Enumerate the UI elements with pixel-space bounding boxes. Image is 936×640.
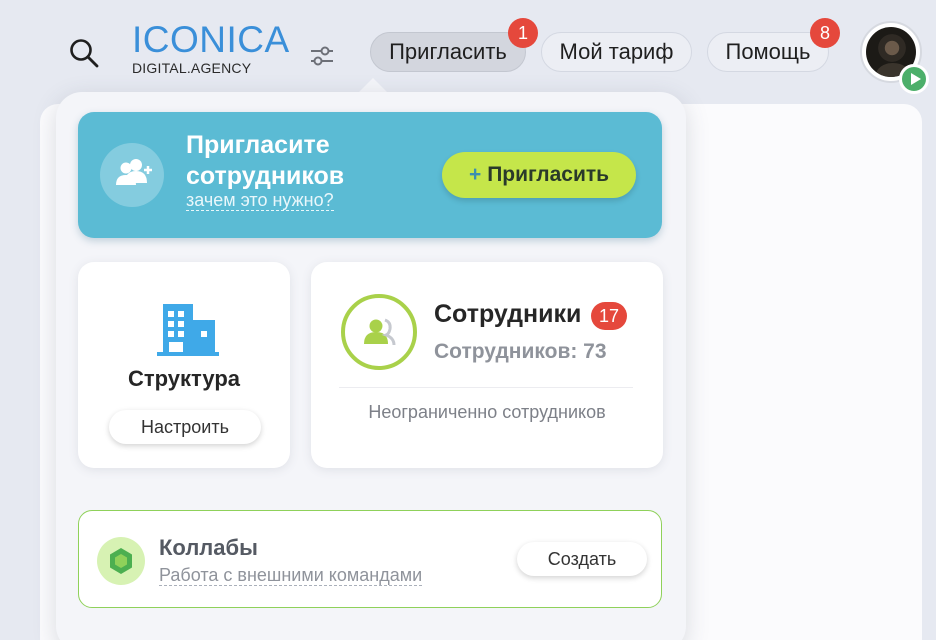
help-badge: 8 bbox=[810, 18, 840, 48]
structure-title: Структура bbox=[128, 366, 240, 391]
invite-button[interactable]: + Пригласить bbox=[442, 152, 636, 198]
nav-my-plan-label: Мой тариф bbox=[559, 39, 674, 64]
play-icon[interactable] bbox=[899, 64, 929, 94]
invite-badge: 1 bbox=[508, 18, 538, 48]
employees-count: Сотрудников: 73 bbox=[434, 340, 607, 363]
collabs-subtitle-link[interactable]: Работа с внешними командами bbox=[159, 565, 423, 586]
nav-help-label: Помощь bbox=[725, 39, 811, 64]
logo-title: ICONICA bbox=[132, 19, 290, 60]
logo[interactable]: ICONICA DIGITAL.AGENCY bbox=[132, 19, 290, 76]
divider bbox=[339, 387, 633, 388]
building-icon bbox=[157, 304, 219, 356]
user-avatar-wrap bbox=[860, 21, 929, 94]
sliders-icon[interactable] bbox=[309, 43, 335, 69]
top-bar: ICONICA DIGITAL.AGENCY Пригласить 1 Мой … bbox=[0, 0, 936, 104]
hexagon-icon bbox=[97, 537, 145, 585]
configure-button[interactable]: Настроить bbox=[109, 410, 261, 444]
invite-why-link[interactable]: зачем это нужно? bbox=[186, 190, 334, 211]
structure-card[interactable]: Структура Настроить bbox=[78, 262, 290, 468]
employees-card[interactable]: Сотрудники 17 Сотрудников: 73 Неограниче… bbox=[311, 262, 663, 468]
nav-invite[interactable]: Пригласить bbox=[370, 32, 526, 72]
invite-button-label: Пригласить bbox=[487, 163, 610, 186]
create-collab-button[interactable]: Создать bbox=[517, 542, 647, 576]
logo-subtitle: DIGITAL.AGENCY bbox=[132, 60, 252, 76]
nav-my-plan[interactable]: Мой тариф bbox=[541, 32, 692, 72]
invite-banner: Пригласите сотрудников зачем это нужно? … bbox=[78, 112, 662, 238]
search-icon[interactable] bbox=[68, 37, 100, 69]
plus-icon: + bbox=[468, 163, 482, 186]
invite-dropdown: Пригласите сотрудников зачем это нужно? … bbox=[56, 92, 686, 640]
employees-title: Сотрудники bbox=[434, 300, 582, 328]
invite-title: Пригласите сотрудников bbox=[186, 131, 345, 190]
employees-badge: 17 bbox=[591, 302, 627, 330]
nav-invite-label: Пригласить bbox=[389, 39, 507, 64]
employees-icon bbox=[341, 294, 417, 370]
add-users-icon bbox=[100, 143, 164, 207]
collabs-title: Коллабы bbox=[159, 535, 258, 560]
employees-limit: Неограниченно сотрудников bbox=[368, 402, 606, 422]
collabs-card[interactable]: Коллабы Работа с внешними командами Созд… bbox=[78, 510, 662, 608]
